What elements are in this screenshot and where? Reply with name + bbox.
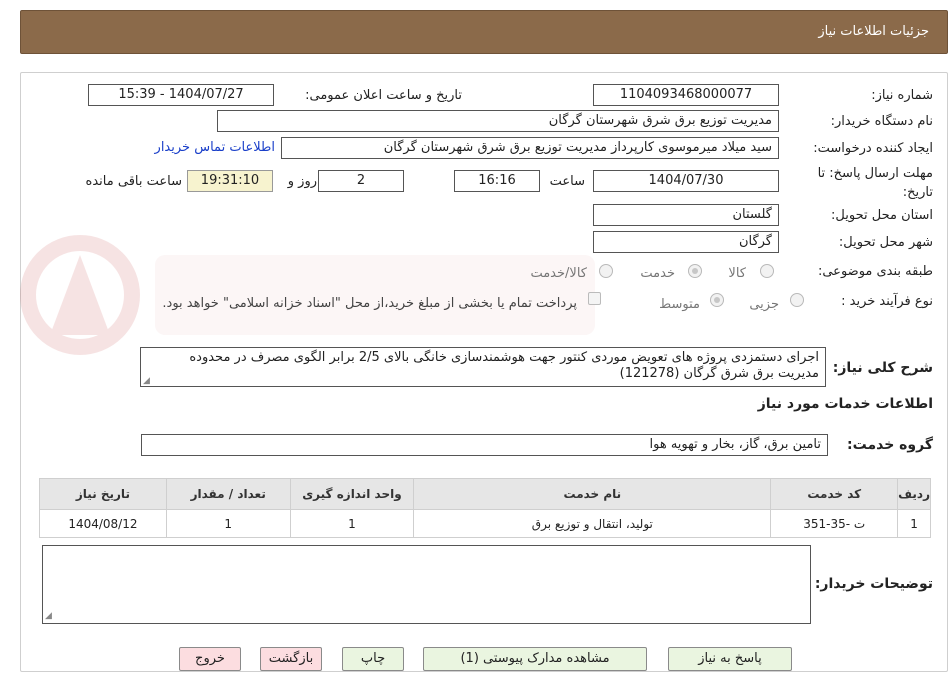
col-service-name: نام خدمت: [413, 478, 772, 510]
deadline-label: مهلت ارسال پاسخ: تا تاریخ:: [817, 166, 933, 200]
description-label: شرح کلی نیاز:: [832, 360, 933, 376]
cell-service-code: ت -35-351: [770, 509, 899, 538]
cell-need-date: 1404/08/12: [39, 509, 167, 538]
process-minor-label: جزیی: [749, 297, 779, 312]
province-label: استان محل تحویل:: [831, 208, 933, 223]
process-minor-radio[interactable]: [790, 293, 804, 307]
category-goods-service-radio[interactable]: [599, 264, 613, 278]
creator-field: سید میلاد میرموسوی کارپرداز مدیریت توزیع…: [281, 137, 779, 159]
city-field: گرگان: [593, 231, 779, 253]
page-title: جزئیات اطلاعات نیاز: [818, 24, 929, 39]
col-unit: واحد اندازه گیری: [289, 478, 415, 510]
cell-service-name: تولید، انتقال و توزیع برق: [413, 509, 772, 538]
col-service-code: کد خدمت: [770, 478, 899, 510]
remaining-label: ساعت باقی مانده: [85, 174, 182, 189]
buyer-notes-label: توضیحات خریدار:: [814, 576, 933, 592]
buyer-notes-field: [42, 545, 811, 624]
province-field: گلستان: [593, 204, 779, 226]
view-attachments-button[interactable]: مشاهده مدارک پیوستی (1): [423, 647, 647, 671]
table-row: 1 ت -35-351 تولید، انتقال و توزیع برق 1 …: [39, 509, 931, 538]
table-header-row: ردیف کد خدمت نام خدمت واحد اندازه گیری ت…: [39, 478, 931, 510]
service-group-field: تامین برق، گاز، بخار و تهویه هوا: [141, 434, 828, 456]
back-button[interactable]: بازگشت: [260, 647, 322, 671]
services-section-title: اطلاعات خدمات مورد نیاز: [757, 396, 933, 412]
deadline-time-field: 16:16: [454, 170, 540, 192]
category-goods-service-label: کالا/خدمت: [530, 266, 587, 281]
buyer-org-label: نام دستگاه خریدار:: [830, 114, 933, 129]
process-type-label: نوع فرآیند خرید :: [841, 294, 933, 309]
days-label: روز و: [287, 174, 317, 189]
remaining-days-field: 2: [318, 170, 404, 192]
buyer-org-field: مدیریت توزیع برق شرق شهرستان گرگان: [217, 110, 779, 132]
category-service-label: خدمت: [640, 266, 675, 281]
col-row: ردیف: [897, 478, 931, 510]
cell-row: 1: [897, 509, 931, 538]
buyer-contact-link[interactable]: اطلاعات تماس خریدار: [155, 140, 275, 155]
services-table: ردیف کد خدمت نام خدمت واحد اندازه گیری ت…: [39, 478, 931, 538]
print-button[interactable]: چاپ: [342, 647, 404, 671]
notes-resize-grip-icon[interactable]: ◢: [45, 612, 53, 621]
process-medium-radio[interactable]: [710, 293, 724, 307]
treasury-payment-checkbox[interactable]: [588, 292, 601, 305]
deadline-date-field: 1404/07/30: [593, 170, 779, 192]
deadline-time-label: ساعت: [549, 174, 585, 189]
resize-grip-icon[interactable]: ◢: [143, 377, 151, 386]
col-need-date: تاریخ نیاز: [39, 478, 167, 510]
category-label: طبقه بندی موضوعی:: [817, 264, 933, 279]
aria-tender-watermark-logo: [20, 235, 595, 355]
creator-label: ایجاد کننده درخواست:: [813, 141, 933, 156]
exit-button[interactable]: خروج: [179, 647, 241, 671]
description-field: اجرای دستمزدی پروژه های تعویض موردی کنتو…: [140, 347, 826, 387]
remaining-time-field: 19:31:10: [187, 170, 273, 192]
treasury-payment-note: پرداخت تمام یا بخشی از مبلغ خرید،از محل …: [162, 296, 577, 311]
category-service-radio[interactable]: [688, 264, 702, 278]
page-header: جزئیات اطلاعات نیاز: [20, 10, 948, 54]
cell-unit: 1: [289, 509, 415, 538]
process-medium-label: متوسط: [659, 297, 700, 312]
announce-date-field: 1404/07/27 - 15:39: [88, 84, 274, 106]
announce-date-label: تاریخ و ساعت اعلان عمومی:: [305, 88, 462, 103]
service-group-label: گروه خدمت:: [847, 437, 933, 453]
col-quantity: تعداد / مقدار: [165, 478, 291, 510]
city-label: شهر محل تحویل:: [838, 235, 933, 250]
reply-button[interactable]: پاسخ به نیاز: [668, 647, 792, 671]
need-number-field: 1104093468000077: [593, 84, 779, 106]
category-goods-label: کالا: [728, 266, 746, 281]
category-goods-radio[interactable]: [760, 264, 774, 278]
description-text: اجرای دستمزدی پروژه های تعویض موردی کنتو…: [189, 350, 819, 381]
cell-quantity: 1: [165, 509, 291, 538]
need-number-label: شماره نیاز:: [871, 88, 933, 103]
